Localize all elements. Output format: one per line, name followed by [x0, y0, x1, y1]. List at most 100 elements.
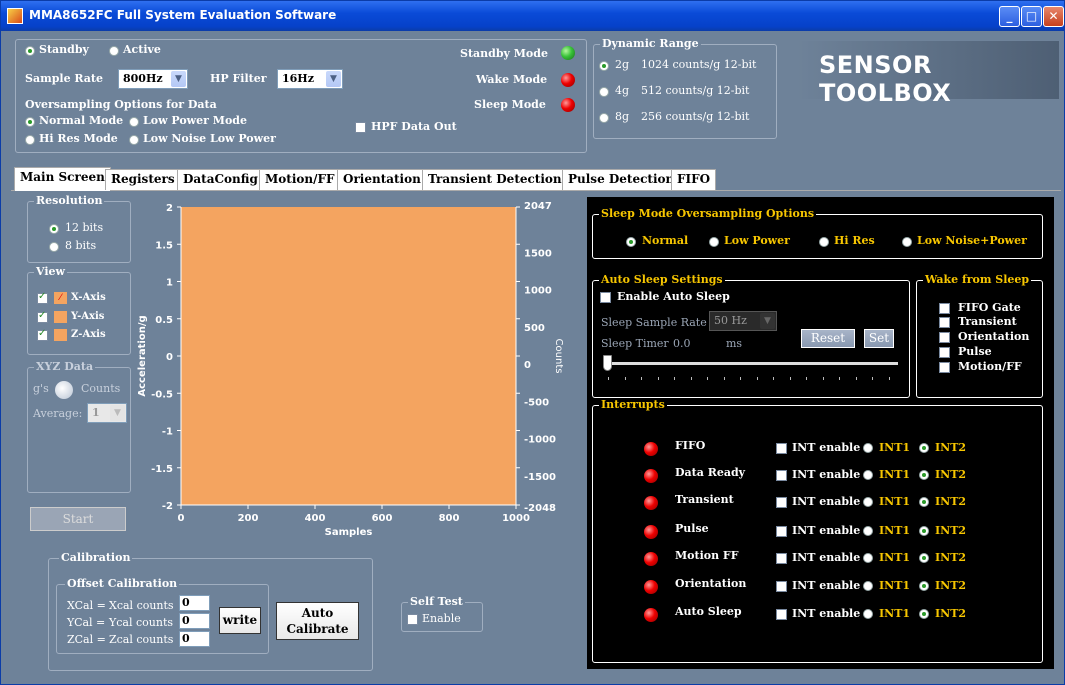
ycal-input[interactable]: 0	[179, 613, 210, 629]
wake-motion-ff-checkbox[interactable]	[939, 362, 950, 373]
z-axis-checkbox[interactable]	[37, 328, 48, 341]
auto-calibrate-button[interactable]: Auto Calibrate	[276, 602, 359, 640]
set-button[interactable]: Set	[864, 329, 894, 348]
pulse-int2-radio[interactable]	[919, 526, 929, 536]
active-radio[interactable]	[109, 46, 119, 56]
reset-button[interactable]: Reset	[801, 329, 855, 348]
range-2g-radio[interactable]	[599, 61, 609, 71]
fifo-int-enable-label: INT enable	[792, 441, 861, 454]
pulse-interrupt-label: Pulse	[675, 522, 709, 535]
wake-fifo-gate-checkbox[interactable]	[939, 303, 950, 314]
range-2g-desc: 1024 counts/g 12-bit	[641, 58, 757, 71]
xcal-input[interactable]: 0	[179, 595, 210, 611]
x-axis-checkbox[interactable]	[37, 291, 48, 304]
close-button[interactable]: ✕	[1043, 6, 1064, 27]
normal-mode-label: Normal Mode	[39, 114, 124, 127]
tab-transient-detection[interactable]: Transient Detection	[422, 169, 568, 190]
wake-transient-checkbox[interactable]	[939, 317, 950, 328]
fifo-int-enable-checkbox[interactable]	[776, 443, 787, 454]
hp-filter-label: HP Filter	[210, 72, 267, 85]
sleep-os-low-noise-radio[interactable]	[902, 237, 912, 247]
motion-ff-int-enable-checkbox[interactable]	[776, 553, 787, 564]
start-button[interactable]: Start	[30, 507, 126, 531]
sample-rate-select[interactable]: 800Hz ▼	[118, 69, 188, 89]
pulse-int1-radio[interactable]	[863, 526, 873, 536]
tab-pulse-detection[interactable]: Pulse Detection	[562, 169, 681, 190]
auto-sleep-int-enable-label: INT enable	[792, 607, 861, 620]
fifo-int1-radio[interactable]	[863, 443, 873, 453]
wake-pulse-checkbox[interactable]	[939, 347, 950, 358]
auto-sleep-int1-radio[interactable]	[863, 609, 873, 619]
slider-tick	[872, 377, 873, 380]
xcal-label: XCal =	[67, 599, 106, 612]
z-axis-label: Z-Axis	[71, 329, 106, 340]
range-8g-desc: 256 counts/g 12-bit	[641, 110, 750, 123]
slider-ticks	[608, 377, 900, 381]
normal-mode-radio[interactable]	[25, 117, 35, 127]
hp-filter-select[interactable]: 16Hz ▼	[277, 69, 343, 89]
app-icon	[7, 8, 23, 24]
res-12-radio[interactable]	[49, 224, 59, 234]
chevron-down-icon: ▼	[171, 71, 186, 87]
low-noise-low-power-radio[interactable]	[129, 135, 139, 145]
motion-ff-int1-radio[interactable]	[863, 553, 873, 563]
tab-motion-ff[interactable]: Motion/FF	[259, 169, 341, 190]
res-8-radio[interactable]	[49, 242, 59, 252]
auto-sleep-int2-radio[interactable]	[919, 609, 929, 619]
y-axis-checkbox[interactable]	[37, 310, 48, 323]
average-select[interactable]: 1 ▼	[87, 403, 127, 423]
sleep-sample-rate-value: 50 Hz	[714, 314, 747, 327]
tab-orientation[interactable]: Orientation	[337, 169, 427, 190]
sleep-timer-slider-thumb[interactable]	[603, 355, 612, 371]
chevron-down-icon: ▼	[760, 313, 775, 329]
title-bar[interactable]: MMA8652FC Full System Evaluation Softwar…	[1, 1, 1064, 31]
average-label: Average:	[33, 407, 83, 420]
transient-int2-radio[interactable]	[919, 497, 929, 507]
sleep-os-normal-radio[interactable]	[626, 237, 636, 247]
tab-main-screen[interactable]: Main Screen	[14, 167, 111, 191]
hpf-data-out-checkbox[interactable]	[355, 122, 366, 133]
window-title: MMA8652FC Full System Evaluation Softwar…	[29, 8, 337, 22]
low-power-mode-radio[interactable]	[129, 117, 139, 127]
tab-dataconfig[interactable]: DataConfig	[177, 169, 264, 190]
transient-int-enable-checkbox[interactable]	[776, 497, 787, 508]
range-8g-radio[interactable]	[599, 113, 609, 123]
tab-registers[interactable]: Registers	[105, 169, 181, 190]
maximize-button[interactable]: □	[1021, 6, 1042, 27]
sleep-timer-slider-track[interactable]	[606, 362, 898, 365]
slider-tick	[641, 377, 642, 380]
sleep-os-low-power-radio[interactable]	[709, 237, 719, 247]
write-button[interactable]: write	[219, 607, 261, 634]
orientation-int1-label: INT1	[879, 579, 911, 592]
motion-ff-int2-radio[interactable]	[919, 553, 929, 563]
enable-auto-sleep-checkbox[interactable]	[600, 292, 611, 303]
orientation-int-enable-checkbox[interactable]	[776, 581, 787, 592]
sleep-timer-label: Sleep Timer	[601, 337, 669, 350]
data-ready-int-enable-checkbox[interactable]	[776, 470, 787, 481]
tab-fifo[interactable]: FIFO	[671, 169, 717, 190]
range-4g-radio[interactable]	[599, 87, 609, 97]
y-tick-label: -1.5	[151, 464, 173, 475]
minimize-button[interactable]: _	[999, 6, 1020, 27]
sleep-sample-rate-select[interactable]: 50 Hz ▼	[709, 311, 777, 331]
data-ready-int1-radio[interactable]	[863, 470, 873, 480]
pulse-int-enable-checkbox[interactable]	[776, 526, 787, 537]
units-toggle-knob[interactable]	[55, 381, 73, 399]
data-ready-int2-radio[interactable]	[919, 470, 929, 480]
motion-ff-int-enable-label: INT enable	[792, 551, 861, 564]
wake-orientation-checkbox[interactable]	[939, 332, 950, 343]
hi-res-mode-radio[interactable]	[25, 135, 35, 145]
standby-radio[interactable]	[25, 46, 35, 56]
sleep-timer-unit: ms	[726, 337, 743, 350]
orientation-int1-radio[interactable]	[863, 581, 873, 591]
auto-sleep-int-enable-checkbox[interactable]	[776, 609, 787, 620]
zcal-input[interactable]: 0	[179, 631, 210, 647]
x-axis-line-icon: ⁄	[54, 292, 67, 304]
transient-int1-radio[interactable]	[863, 497, 873, 507]
fifo-int2-radio[interactable]	[919, 443, 929, 453]
data-ready-int1-label: INT1	[879, 468, 911, 481]
self-test-checkbox[interactable]	[407, 614, 418, 625]
y2-tick-label: -500	[524, 397, 549, 408]
orientation-int2-radio[interactable]	[919, 581, 929, 591]
sleep-os-hi-res-radio[interactable]	[819, 237, 829, 247]
